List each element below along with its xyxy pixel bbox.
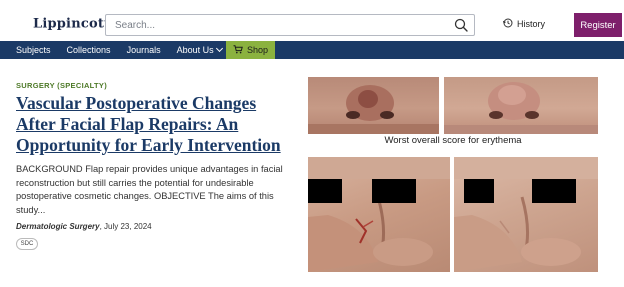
censor-bar-left-eye-2 (464, 179, 494, 203)
shop-label: Shop (246, 45, 269, 55)
cart-icon (233, 44, 243, 56)
nav-item-subjects[interactable]: Subjects (16, 45, 51, 55)
article-figure[interactable]: Worst overall score for erythema (308, 77, 598, 272)
article-meta: Dermatologic Surgery, July 23, 2024 (16, 222, 152, 231)
photo-nose-before (308, 77, 439, 134)
photo-nose-after (444, 77, 598, 134)
nav-item-journals[interactable]: Journals (127, 45, 161, 55)
search-icon[interactable] (454, 18, 468, 32)
register-button[interactable]: Register (574, 13, 622, 37)
photo-face-healed (454, 157, 598, 272)
article-title[interactable]: Vascular Postoperative Changes After Fac… (16, 93, 286, 156)
figure-caption: Worst overall score for erythema (384, 135, 522, 146)
censor-bar-right-eye-2 (532, 179, 576, 203)
main-nav: Subjects Collections Journals About Us S… (0, 41, 624, 59)
censor-bar-left-eye (308, 179, 342, 203)
nav-item-collections[interactable]: Collections (67, 45, 111, 55)
publication-date: , July 23, 2024 (99, 222, 152, 231)
history-link[interactable]: History (502, 18, 546, 30)
site-header: Lippincott® History Register (0, 0, 624, 41)
censor-bar-right-eye (372, 179, 416, 203)
nav-item-about-us[interactable]: About Us (176, 44, 223, 55)
nav-item-about-us-label: About Us (176, 45, 214, 55)
history-label: History (517, 19, 546, 29)
logo-text: Lippincott (33, 16, 111, 32)
sdc-tag[interactable]: SDC (16, 238, 38, 250)
article-abstract: BACKGROUND Flap repair provides unique a… (16, 164, 283, 215)
search-input[interactable] (106, 15, 446, 35)
shop-button[interactable]: Shop (226, 41, 275, 59)
search-box (105, 14, 475, 36)
article-category[interactable]: SURGERY (SPECIALTY) (16, 81, 107, 90)
chevron-down-icon (215, 44, 223, 53)
photo-face-postop (308, 157, 450, 272)
journal-name: Dermatologic Surgery (16, 222, 100, 231)
history-icon (502, 18, 513, 30)
